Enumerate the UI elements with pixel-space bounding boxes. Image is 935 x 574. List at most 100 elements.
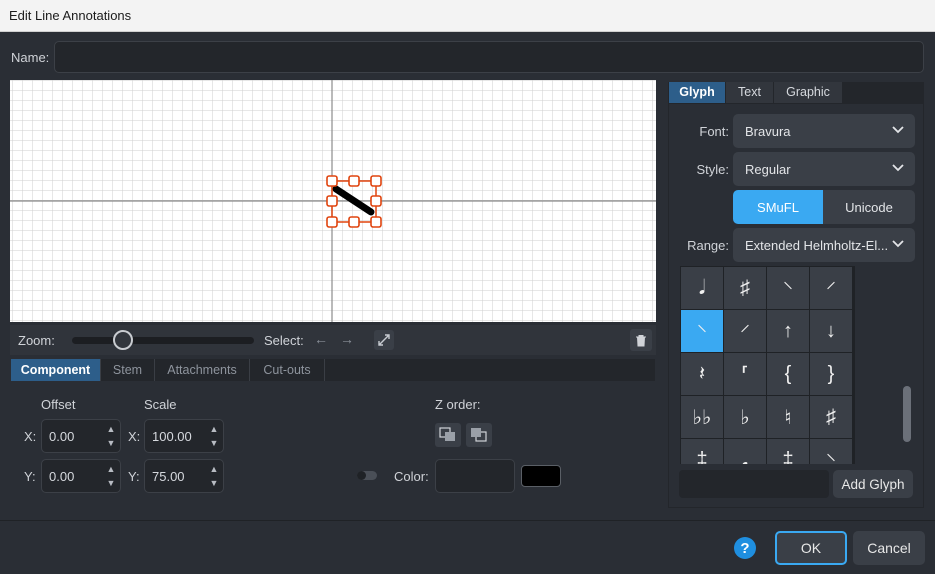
scale-y-value: 75.00 <box>152 469 185 484</box>
tab-glyph[interactable]: Glyph <box>669 82 726 103</box>
chevron-down-icon[interactable]: ▼ <box>207 436 221 450</box>
glyph-cell[interactable]: ⸌ <box>810 439 852 464</box>
glyph-panel: Font: Bravura Style: Regular SMuFL Unico… <box>668 103 924 508</box>
chevron-up-icon[interactable]: ▲ <box>207 422 221 436</box>
chevron-up-icon[interactable]: ▲ <box>207 462 221 476</box>
glyph-cell[interactable]: { <box>767 353 809 395</box>
glyph-grid-scrollbar[interactable] <box>903 386 911 442</box>
style-select[interactable]: Regular <box>733 152 915 186</box>
zoom-slider-thumb[interactable] <box>113 330 133 350</box>
glyph-cell[interactable]: ♯ <box>724 267 766 309</box>
font-value: Bravura <box>745 124 791 139</box>
z-order-label: Z order: <box>435 397 481 412</box>
trash-icon <box>636 334 646 346</box>
glyph-cell[interactable]: } <box>810 353 852 395</box>
component-tabs: Component Stem Attachments Cut-outs <box>11 359 655 381</box>
resize-icon <box>378 334 390 346</box>
tab-stem[interactable]: Stem <box>101 359 155 381</box>
cancel-button[interactable]: Cancel <box>853 531 925 565</box>
glyph-cell[interactable]: 𝅘𝅥 <box>681 267 723 309</box>
glyph-cell[interactable]: ⸍ <box>724 310 766 352</box>
offset-x-label: X: <box>24 429 37 444</box>
glyph-cell[interactable]: ⸌ <box>767 267 809 309</box>
glyph-cell[interactable]: ♯ <box>810 396 852 438</box>
glyph-tabs: Glyph Text Graphic <box>668 82 924 103</box>
ok-button[interactable]: OK <box>775 531 847 565</box>
scale-y-label: Y: <box>128 469 140 484</box>
select-label: Select: <box>264 333 304 348</box>
offset-label: Offset <box>41 397 76 412</box>
offset-y-field[interactable]: 0.00 ▲ ▼ <box>41 459 121 493</box>
select-next-button[interactable]: → <box>340 331 354 347</box>
title-bar: Edit Line Annotations <box>0 0 935 32</box>
glyph-cell[interactable]: 𝄽 <box>681 353 723 395</box>
color-swatch[interactable] <box>521 465 561 487</box>
window-title: Edit Line Annotations <box>9 8 132 23</box>
glyph-cell[interactable]: ⸍ <box>810 267 852 309</box>
glyph-cell[interactable]: ♮ <box>767 396 809 438</box>
color-label: Color: <box>394 469 429 484</box>
unicode-toggle[interactable]: Unicode <box>823 190 915 224</box>
tab-component[interactable]: Component <box>11 359 101 381</box>
select-previous-button[interactable]: ← <box>314 331 328 347</box>
offset-x-field[interactable]: 0.00 ▲ ▼ <box>41 419 121 453</box>
glyph-cell-selected[interactable]: ⸌ <box>681 310 723 352</box>
add-glyph-button[interactable]: Add Glyph <box>833 470 913 498</box>
send-backward-icon <box>439 427 455 441</box>
tab-attachments[interactable]: Attachments <box>155 359 250 381</box>
chevron-down-icon[interactable]: ▼ <box>207 476 221 490</box>
glyph-cell[interactable]: 𝅘 <box>724 439 766 464</box>
delete-button[interactable] <box>630 329 652 351</box>
glyph-cell[interactable]: ♭ <box>724 396 766 438</box>
chevron-up-icon[interactable]: ▲ <box>104 462 118 476</box>
bring-forward-icon <box>471 428 487 442</box>
scale-x-value: 100.00 <box>152 429 192 444</box>
chevron-down-icon <box>892 164 904 172</box>
preview-grid <box>10 80 656 322</box>
name-input[interactable] <box>54 41 924 73</box>
color-input[interactable] <box>435 459 515 493</box>
help-icon[interactable]: ? <box>734 537 756 559</box>
chevron-down-icon[interactable]: ▼ <box>104 436 118 450</box>
range-select[interactable]: Extended Helmholtz-El... <box>733 228 915 262</box>
zoom-slider[interactable] <box>72 337 254 344</box>
offset-x-value: 0.00 <box>49 429 75 444</box>
color-toggle[interactable] <box>357 471 377 480</box>
glyph-cell[interactable]: ‡ <box>681 439 723 464</box>
fit-selection-button[interactable] <box>374 330 394 350</box>
bring-forward-button[interactable] <box>466 423 492 447</box>
preview-canvas[interactable] <box>10 80 656 322</box>
scale-label: Scale <box>144 397 177 412</box>
range-label: Range: <box>687 238 729 253</box>
zoom-bar: Zoom: Select: ← → <box>10 325 656 355</box>
smufl-toggle[interactable]: SMuFL <box>733 190 823 224</box>
scale-x-label: X: <box>128 429 141 444</box>
glyph-search-input[interactable] <box>679 470 829 498</box>
tab-graphic[interactable]: Graphic <box>774 82 843 103</box>
font-select[interactable]: Bravura <box>733 114 915 148</box>
chevron-down-icon[interactable]: ▼ <box>104 476 118 490</box>
zoom-label: Zoom: <box>18 333 55 348</box>
glyph-cell[interactable]: ‡ <box>767 439 809 464</box>
tab-text[interactable]: Text <box>726 82 774 103</box>
glyph-grid: 𝅘𝅥 ♯ ⸌ ⸍ ⸌ ⸍ ↑ ↓ 𝄽 ⸢ { } ♭♭ ♭ ♮ ♯ ‡ 𝅘 ‡ … <box>680 266 855 464</box>
glyph-cell[interactable]: ⸢ <box>724 353 766 395</box>
chevron-down-icon <box>892 126 904 134</box>
glyph-cell[interactable]: ♭♭ <box>681 396 723 438</box>
style-value: Regular <box>745 162 791 177</box>
style-label: Style: <box>696 162 729 177</box>
selected-glyph[interactable] <box>326 175 382 228</box>
offset-y-label: Y: <box>24 469 36 484</box>
font-label: Font: <box>699 124 729 139</box>
scale-x-field[interactable]: 100.00 ▲ ▼ <box>144 419 224 453</box>
offset-y-value: 0.00 <box>49 469 75 484</box>
dialog-footer: ? OK Cancel <box>0 520 935 574</box>
glyph-cell[interactable]: ↑ <box>767 310 809 352</box>
glyph-cell[interactable]: ↓ <box>810 310 852 352</box>
chevron-down-icon <box>892 240 904 248</box>
tab-cut-outs[interactable]: Cut-outs <box>250 359 325 381</box>
chevron-up-icon[interactable]: ▲ <box>104 422 118 436</box>
send-backward-button[interactable] <box>435 423 461 447</box>
name-label: Name: <box>11 50 50 65</box>
scale-y-field[interactable]: 75.00 ▲ ▼ <box>144 459 224 493</box>
